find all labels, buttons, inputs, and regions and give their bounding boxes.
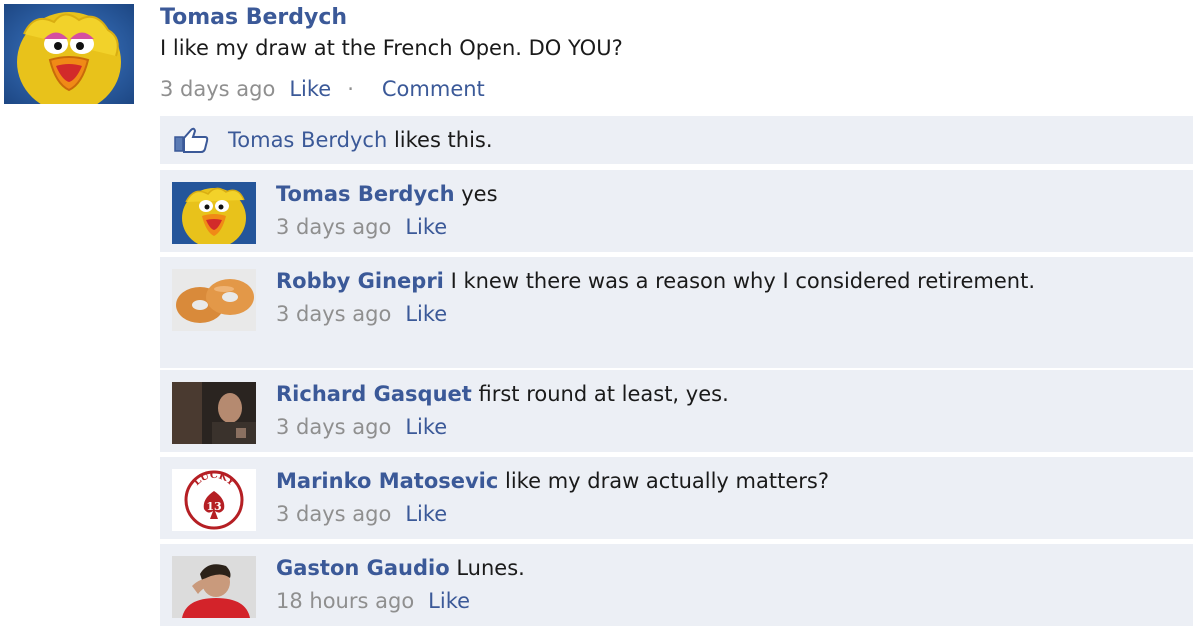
comment-item: Richard Gasquet first round at least, ye… — [160, 370, 1193, 452]
commenter-name[interactable]: Richard Gasquet — [276, 382, 472, 406]
comment-item: Robby Ginepri I knew there was a reason … — [160, 257, 1193, 368]
comment-text: like my draw actually matters? — [505, 469, 829, 493]
comment-timestamp: 3 days ago — [276, 502, 392, 526]
commenter-avatar[interactable]: LUCKY 13 — [172, 469, 256, 531]
likes-person-link[interactable]: Tomas Berdych — [228, 128, 387, 152]
comment-text: Lunes. — [456, 556, 525, 580]
post-comment-link[interactable]: Comment — [382, 77, 485, 101]
comment-body: Richard Gasquet first round at least, ye… — [276, 380, 1173, 441]
comment-body: Marinko Matosevic like my draw actually … — [276, 467, 1173, 528]
commenter-avatar[interactable] — [172, 382, 256, 444]
lucky-logo-number: 13 — [206, 500, 221, 513]
likes-summary: Tomas Berdych likes this. — [160, 116, 1193, 164]
likes-suffix: likes this. — [387, 128, 493, 152]
comment-like-link[interactable]: Like — [428, 589, 470, 613]
post-message: I like my draw at the French Open. DO YO… — [160, 36, 623, 60]
comment-item: Gaston Gaudio Lunes. 18 hours ago Like — [160, 544, 1193, 626]
post-like-link[interactable]: Like — [289, 77, 331, 101]
comment-text: first round at least, yes. — [478, 382, 729, 406]
comment-body: Tomas Berdych yes 3 days ago Like — [276, 180, 1173, 241]
comment-like-link[interactable]: Like — [405, 502, 447, 526]
commenter-name[interactable]: Gaston Gaudio — [276, 556, 450, 580]
comment-like-link[interactable]: Like — [405, 415, 447, 439]
comment-item: LUCKY 13 Marinko Matosevic like my draw … — [160, 457, 1193, 539]
post-author-avatar[interactable] — [4, 4, 134, 104]
commenter-name[interactable]: Tomas Berdych — [276, 182, 455, 206]
comment-timestamp: 3 days ago — [276, 302, 392, 326]
thumbs-up-icon — [174, 127, 209, 153]
commenter-name[interactable]: Marinko Matosevic — [276, 469, 498, 493]
comment-timestamp: 3 days ago — [276, 215, 392, 239]
separator-dot: · — [347, 77, 354, 101]
post-body: Tomas Berdych I like my draw at the Fren… — [160, 4, 1190, 103]
comment-body: Gaston Gaudio Lunes. 18 hours ago Like — [276, 554, 1173, 615]
post-author-name[interactable]: Tomas Berdych — [160, 4, 1190, 32]
commenter-avatar[interactable] — [172, 182, 256, 244]
comment-text: yes — [461, 182, 498, 206]
comment-timestamp: 3 days ago — [276, 415, 392, 439]
comment-text: I knew there was a reason why I consider… — [450, 269, 1035, 293]
comment-body: Robby Ginepri I knew there was a reason … — [276, 267, 1173, 328]
commenter-avatar[interactable] — [172, 269, 256, 331]
comment-item: Tomas Berdych yes 3 days ago Like — [160, 170, 1193, 252]
commenter-avatar[interactable] — [172, 556, 256, 618]
post-meta: 3 days ago Like · Comment — [160, 75, 1190, 103]
comment-like-link[interactable]: Like — [405, 215, 447, 239]
comment-like-link[interactable]: Like — [405, 302, 447, 326]
post-timestamp: 3 days ago — [160, 77, 276, 101]
commenter-name[interactable]: Robby Ginepri — [276, 269, 444, 293]
comment-timestamp: 18 hours ago — [276, 589, 415, 613]
